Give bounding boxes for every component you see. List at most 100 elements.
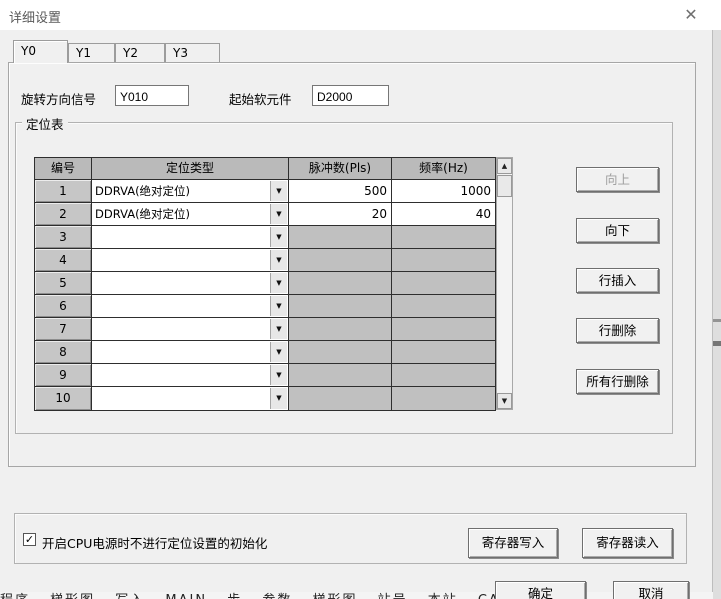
chevron-down-icon[interactable]: ▼ xyxy=(270,342,287,362)
table-header-row: 编号定位类型脉冲数(Pls)频率(Hz) xyxy=(35,158,495,180)
scrollbar-down-icon[interactable]: ▼ xyxy=(497,393,512,409)
table-row: 3▼ xyxy=(35,226,495,249)
table-row: 1DDRVA(绝对定位)▼5001000 xyxy=(35,180,495,203)
table-row: 4▼ xyxy=(35,249,495,272)
column-header: 定位类型 xyxy=(92,158,289,180)
table-row: 5▼ xyxy=(35,272,495,295)
table-row: 2DDRVA(绝对定位)▼2040 xyxy=(35,203,495,226)
dialog-titlebar: 详细设置 ✕ xyxy=(0,0,721,30)
background-statusbar-sliver: 程序 梯形图 写入 MAIN 步 参数 梯形图 站号 本站 CAP NUM xyxy=(0,592,713,599)
table-row: 10 ▼ xyxy=(35,387,495,410)
column-header: 频率(Hz) xyxy=(392,158,495,180)
row-number-cell[interactable]: 5 xyxy=(35,272,92,295)
frequency-cell[interactable]: 40 xyxy=(392,203,495,226)
frequency-cell xyxy=(392,249,495,272)
row-number-cell[interactable]: 7 xyxy=(35,318,92,341)
column-header: 编号 xyxy=(35,158,92,180)
positioning-type-dropdown[interactable]: ▼ xyxy=(92,387,289,410)
row-number-cell[interactable]: 3 xyxy=(35,226,92,249)
start-device-label: 起始软元件 xyxy=(229,89,292,108)
table-row: 6▼ xyxy=(35,295,495,318)
scrollbar-up-icon[interactable]: ▲ xyxy=(497,158,512,174)
chevron-down-icon[interactable]: ▼ xyxy=(270,365,287,385)
positioning-type-dropdown[interactable]: ▼ xyxy=(92,341,289,364)
rotation-direction-label: 旋转方向信号 xyxy=(21,89,96,108)
pulse-count-cell xyxy=(289,226,392,249)
frequency-cell xyxy=(392,226,495,249)
table-row: 9▼ xyxy=(35,364,495,387)
cancel-button[interactable]: 取消 xyxy=(613,581,689,599)
no-init-checkbox-label: 开启CPU电源时不进行定位设置的初始化 xyxy=(42,533,267,552)
background-clipped-text: 程序 梯形图 写入 MAIN 步 参数 梯形图 站号 本站 CAP NUM xyxy=(0,593,713,599)
frequency-cell[interactable]: 1000 xyxy=(392,180,495,203)
tab-y1[interactable]: Y1 xyxy=(68,43,115,62)
tab-y0[interactable]: Y0 xyxy=(13,40,68,63)
positioning-type-dropdown[interactable]: DDRVA(绝对定位)▼ xyxy=(92,203,289,226)
positioning-type-dropdown[interactable]: ▼ xyxy=(92,249,289,272)
frequency-cell xyxy=(392,295,495,318)
rotation-direction-input[interactable] xyxy=(115,85,189,106)
ok-button[interactable]: 确定 xyxy=(495,581,586,599)
pulse-count-cell xyxy=(289,341,392,364)
screen: 程序 梯形图 写入 MAIN 步 参数 梯形图 站号 本站 CAP NUM 详细… xyxy=(0,0,721,599)
pulse-count-cell xyxy=(289,249,392,272)
row-number-cell[interactable]: 9 xyxy=(35,364,92,387)
chevron-down-icon[interactable]: ▼ xyxy=(270,319,287,339)
chevron-down-icon[interactable]: ▼ xyxy=(270,250,287,270)
positioning-table-legend: 定位表 xyxy=(22,114,68,133)
insert-row-button[interactable]: 行插入 xyxy=(576,268,659,293)
positioning-table: 编号定位类型脉冲数(Pls)频率(Hz)1DDRVA(绝对定位)▼5001000… xyxy=(34,157,496,411)
table-row: 8▼ xyxy=(35,341,495,364)
row-number-cell[interactable]: 1 xyxy=(35,180,92,203)
chevron-down-icon[interactable]: ▼ xyxy=(270,296,287,316)
frequency-cell xyxy=(392,318,495,341)
move-up-button[interactable]: 向上 xyxy=(576,167,659,192)
delete-all-rows-button[interactable]: 所有行删除 xyxy=(576,369,659,394)
move-down-button[interactable]: 向下 xyxy=(576,218,659,243)
background-window-right-sliver xyxy=(713,30,721,599)
register-read-button[interactable]: 寄存器读入 xyxy=(582,528,673,558)
positioning-type-dropdown[interactable]: ▼ xyxy=(92,295,289,318)
table-scrollbar[interactable]: ▲ ▼ xyxy=(496,157,513,410)
pulse-count-cell xyxy=(289,272,392,295)
no-init-checkbox[interactable]: ✓ xyxy=(23,533,36,546)
delete-row-button[interactable]: 行删除 xyxy=(576,318,659,343)
row-number-cell[interactable]: 6 xyxy=(35,295,92,318)
chevron-down-icon[interactable]: ▼ xyxy=(270,204,287,224)
positioning-type-dropdown[interactable]: ▼ xyxy=(92,226,289,249)
positioning-table-groupbox: 定位表 编号定位类型脉冲数(Pls)频率(Hz)1DDRVA(绝对定位)▼500… xyxy=(15,122,673,434)
tab-y3[interactable]: Y3 xyxy=(165,43,220,62)
frequency-cell xyxy=(392,364,495,387)
chevron-down-icon[interactable]: ▼ xyxy=(270,273,287,293)
scrollbar-thumb[interactable] xyxy=(497,175,512,197)
positioning-type-dropdown[interactable]: ▼ xyxy=(92,272,289,295)
init-settings-frame: ✓ 开启CPU电源时不进行定位设置的初始化 寄存器写入 寄存器读入 xyxy=(14,513,687,564)
pulse-count-cell xyxy=(289,364,392,387)
dialog-title: 详细设置 xyxy=(9,7,61,26)
positioning-type-dropdown[interactable]: ▼ xyxy=(92,364,289,387)
register-write-button[interactable]: 寄存器写入 xyxy=(468,528,558,558)
frequency-cell xyxy=(392,387,495,410)
dialog-body: Y0 Y1 Y2 Y3 旋转方向信号 起始软元件 定位表 编号定位类型脉冲数(P… xyxy=(0,30,713,592)
column-header: 脉冲数(Pls) xyxy=(289,158,392,180)
chevron-down-icon[interactable]: ▼ xyxy=(270,227,287,247)
chevron-down-icon[interactable]: ▼ xyxy=(270,181,287,201)
row-number-cell[interactable]: 4 xyxy=(35,249,92,272)
pulse-count-cell[interactable]: 20 xyxy=(289,203,392,226)
close-icon[interactable]: ✕ xyxy=(678,4,704,26)
chevron-down-icon[interactable]: ▼ xyxy=(270,388,287,409)
row-number-cell[interactable]: 2 xyxy=(35,203,92,226)
positioning-type-dropdown[interactable]: DDRVA(绝对定位)▼ xyxy=(92,180,289,203)
frequency-cell xyxy=(392,272,495,295)
tab-y2[interactable]: Y2 xyxy=(115,43,165,62)
positioning-type-dropdown[interactable]: ▼ xyxy=(92,318,289,341)
start-device-input[interactable] xyxy=(312,85,389,106)
pulse-count-cell[interactable]: 500 xyxy=(289,180,392,203)
frequency-cell xyxy=(392,341,495,364)
table-row: 7▼ xyxy=(35,318,495,341)
tab-page-y0: 旋转方向信号 起始软元件 定位表 编号定位类型脉冲数(Pls)频率(Hz)1DD… xyxy=(8,62,696,467)
row-number-cell[interactable]: 10 xyxy=(35,387,92,410)
row-number-cell[interactable]: 8 xyxy=(35,341,92,364)
background-divider-band xyxy=(713,319,721,322)
pulse-count-cell xyxy=(289,295,392,318)
